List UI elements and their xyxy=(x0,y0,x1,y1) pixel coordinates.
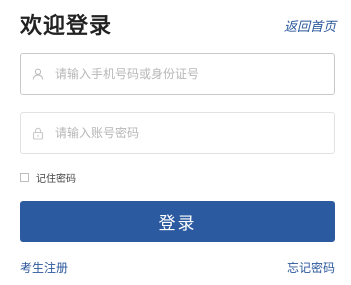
forgot-password-link[interactable]: 忘记密码 xyxy=(287,259,335,276)
register-link[interactable]: 考生注册 xyxy=(20,259,68,276)
remember-password-label: 记住密码 xyxy=(36,174,76,185)
password-input[interactable] xyxy=(55,113,334,153)
password-field[interactable] xyxy=(20,112,335,154)
lock-icon xyxy=(21,113,55,153)
back-home-link[interactable]: 返回首页 xyxy=(284,16,336,35)
remember-password-checkbox[interactable] xyxy=(20,173,29,182)
phone-id-field[interactable] xyxy=(20,53,335,95)
page-title: 欢迎登录 xyxy=(20,14,113,39)
login-button[interactable]: 登录 xyxy=(20,201,335,242)
remember-password-row[interactable]: 记住密码 xyxy=(20,170,76,185)
phone-id-input[interactable] xyxy=(55,54,334,94)
user-icon xyxy=(21,54,55,94)
